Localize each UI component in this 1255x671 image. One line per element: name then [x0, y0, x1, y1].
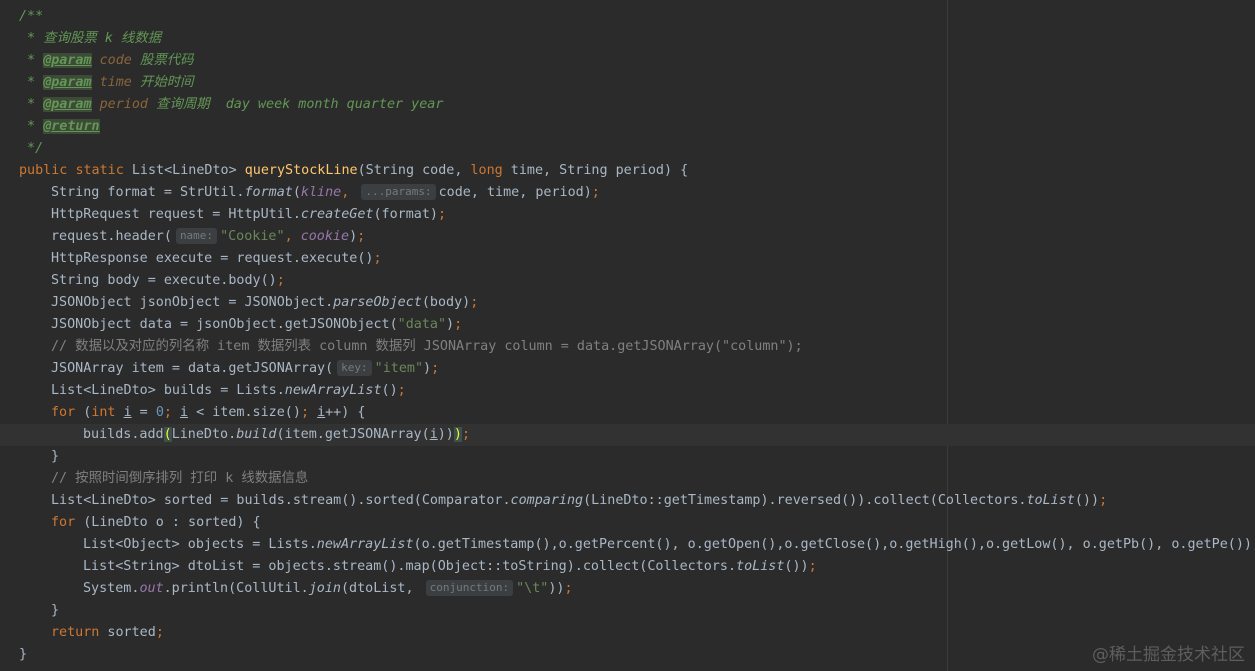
code-comment: // 数据以及对应的列名称 item 数据列表 column 数据列 JSONA… — [51, 339, 803, 354]
parameter-hint: name: — [175, 228, 218, 244]
code-line: * 查询股票 k 线数据 — [19, 31, 162, 46]
code-line: String body = execute.body(); — [51, 273, 285, 288]
code-line: } — [51, 603, 60, 618]
code-line: JSONArray item = data.getJSONArray(key: "… — [51, 360, 440, 376]
code-line: List<LineDto> builds = Lists.newArrayLis… — [51, 383, 406, 398]
code-line: for (int i = 0; i < item.size(); i++) { — [51, 405, 366, 420]
code-editor[interactable]: /** * 查询股票 k 线数据 * @param code 股票代码 * @p… — [0, 0, 1255, 671]
code-line: List<Object> objects = Lists.newArrayLis… — [83, 537, 1255, 552]
code-line: String format = StrUtil.format(kline, ..… — [51, 184, 600, 200]
code-line: * @param code 股票代码 — [19, 53, 194, 68]
parameter-hint: conjunction: — [425, 580, 514, 596]
right-margin-guide — [947, 0, 948, 671]
parameter-hint: key: — [337, 360, 372, 376]
code-line: HttpRequest request = HttpUtil.createGet… — [51, 207, 447, 222]
code-line-current: builds.add(LineDto.build(item.getJSONArr… — [83, 427, 470, 442]
code-line: } — [19, 647, 28, 662]
code-line: public static List<LineDto> queryStockLi… — [19, 163, 689, 178]
code-line: return sorted; — [51, 625, 164, 640]
code-line: JSONObject jsonObject = JSONObject.parse… — [51, 295, 479, 310]
code-line: JSONObject data = jsonObject.getJSONObje… — [51, 317, 463, 332]
code-line: HttpResponse execute = request.execute()… — [51, 251, 382, 266]
code-line: for (LineDto o : sorted) { — [51, 515, 261, 530]
code-line: request.header(name: "Cookie", cookie); — [51, 228, 366, 244]
parameter-hint: ...params: — [361, 184, 436, 200]
code-line: List<LineDto> sorted = builds.stream().s… — [51, 493, 1108, 508]
code-comment: // 按照时间倒序排列 打印 k 线数据信息 — [51, 471, 309, 486]
code-line: * @param period 查询周期 day week month quar… — [19, 97, 444, 112]
code-line: } — [51, 449, 60, 464]
method-name: queryStockLine — [244, 163, 358, 178]
code-line: * @param time 开始时间 — [19, 75, 194, 90]
watermark: @稀土掘金技术社区 — [1092, 645, 1245, 665]
code-line: /** — [19, 9, 44, 24]
code-line: System.out.println(CollUtil.join(dtoList… — [83, 580, 573, 596]
code-line: */ — [19, 141, 44, 156]
code-line: * @return — [19, 119, 100, 134]
code-line: List<String> dtoList = objects.stream().… — [83, 559, 817, 574]
